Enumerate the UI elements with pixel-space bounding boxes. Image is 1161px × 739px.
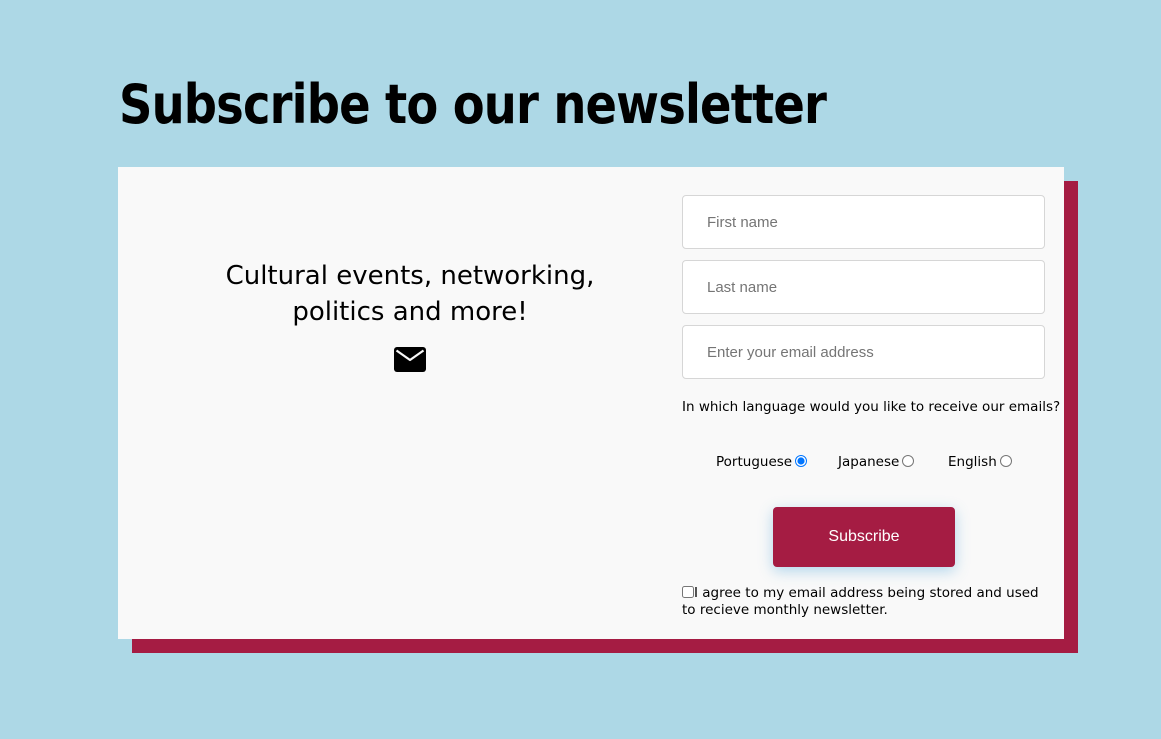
subscribe-button[interactable]: Subscribe bbox=[773, 507, 955, 567]
email-input[interactable] bbox=[682, 325, 1045, 379]
japanese-radio[interactable] bbox=[902, 455, 915, 467]
language-option-label: English bbox=[948, 454, 997, 470]
envelope-icon bbox=[394, 347, 426, 372]
last-name-input[interactable] bbox=[682, 260, 1045, 314]
portuguese-radio[interactable] bbox=[795, 455, 808, 467]
language-question: In which language would you like to rece… bbox=[682, 399, 1061, 415]
language-option-english[interactable]: English bbox=[948, 451, 1012, 473]
consent-checkbox[interactable] bbox=[682, 586, 694, 598]
consent-text: I agree to my email address being stored… bbox=[682, 585, 1052, 619]
page-title: Subscribe to our newsletter bbox=[119, 73, 827, 136]
consent-label: I agree to my email address being stored… bbox=[682, 585, 1039, 618]
language-option-portuguese[interactable]: Portuguese bbox=[716, 451, 808, 473]
tagline: Cultural events, networking, politics an… bbox=[225, 261, 595, 327]
language-option-label: Portuguese bbox=[716, 454, 793, 470]
first-name-input[interactable] bbox=[682, 195, 1045, 249]
language-option-japanese[interactable]: Japanese bbox=[838, 451, 915, 473]
language-option-label: Japanese bbox=[838, 454, 900, 470]
english-radio[interactable] bbox=[999, 455, 1012, 467]
